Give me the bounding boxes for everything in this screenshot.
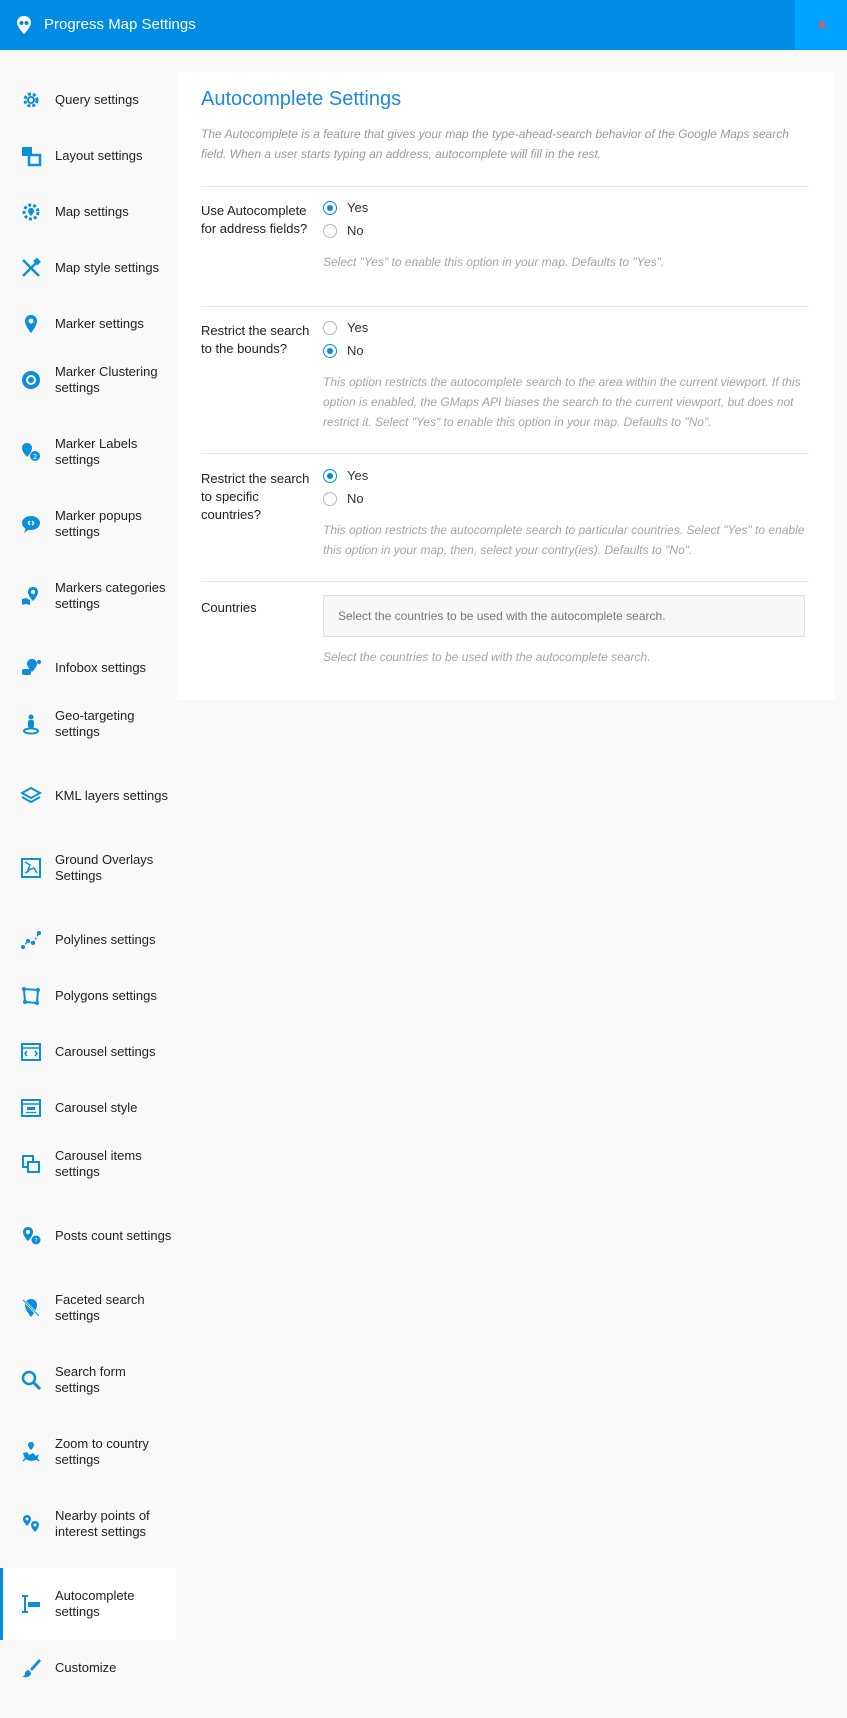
sidebar-item-marker-settings[interactable]: Marker settings	[0, 296, 176, 352]
help-use-autocomplete: Select "Yes" to enable this option in yo…	[323, 255, 665, 269]
sidebar-item-markers-categories-settings[interactable]: Markers categories settings	[0, 568, 176, 624]
sidebar: Query settings Layout settings Map setti…	[0, 50, 176, 1718]
help-countries: Select the countries to be used with the…	[323, 650, 651, 664]
layers-icon	[20, 786, 42, 804]
sidebar-item-polygons-settings[interactable]: Polygons settings	[0, 968, 176, 1024]
divider	[201, 581, 809, 582]
sidebar-item-nearby-points-of-interest-settings[interactable]: Nearby points of interest settings	[0, 1496, 176, 1552]
style-tools-icon	[22, 257, 41, 277]
field-label-use-autocomplete: Use Autocomplete for address fields?	[201, 203, 308, 236]
zoom-country-icon	[22, 1442, 40, 1462]
brush-icon	[22, 1659, 41, 1678]
close-icon: ▲	[818, 18, 826, 29]
sidebar-item-search-form-settings[interactable]: Search form settings	[0, 1352, 176, 1408]
layout-icon	[22, 147, 42, 167]
map-gear-icon	[22, 203, 40, 221]
field-label-restrict-countries: Restrict the search to specific countrie…	[201, 471, 310, 522]
autocomplete-icon	[22, 1595, 40, 1613]
radio-circle	[323, 224, 337, 238]
countries-select[interactable]: Select the countries to be used with the…	[323, 595, 805, 637]
radio-circle	[323, 469, 337, 483]
radio-circle	[323, 321, 337, 335]
sidebar-item-ground-overlays-settings[interactable]: Ground Overlays Settings	[0, 840, 176, 896]
geo-target-icon	[23, 714, 39, 735]
gear-icon	[23, 92, 39, 108]
divider	[201, 306, 809, 307]
polyline-icon	[21, 931, 41, 949]
infobox-icon	[22, 659, 41, 675]
field-label-restrict-bounds: Restrict the search to the bounds?	[201, 323, 310, 356]
sidebar-item-carousel-settings[interactable]: Carousel settings	[0, 1024, 176, 1080]
sidebar-item-marker-labels-settings[interactable]: 2 Marker Labels settings	[0, 424, 176, 480]
sidebar-item-autocomplete-settings[interactable]: Autocomplete settings	[0, 1568, 176, 1640]
sidebar-item-marker-popups-settings[interactable]: Marker popups settings	[0, 496, 176, 552]
top-bar: Progress Map Settings ▲	[0, 0, 847, 50]
close-button[interactable]: ▲	[795, 0, 847, 50]
overlay-icon	[21, 858, 41, 878]
faceted-search-icon	[22, 1299, 40, 1317]
search-icon	[21, 1370, 42, 1391]
radio-circle	[323, 492, 337, 506]
popup-icon	[22, 516, 40, 533]
sidebar-item-kml-layers-settings[interactable]: KML layers settings	[0, 768, 176, 824]
divider	[201, 186, 809, 187]
sidebar-item-customize[interactable]: Customize	[0, 1640, 176, 1696]
countries-select-placeholder: Select the countries to be used with the…	[338, 609, 666, 623]
divider	[201, 453, 809, 454]
radio-circle	[323, 344, 337, 358]
sidebar-item-map-settings[interactable]: Map settings	[0, 184, 176, 240]
sidebar-item-carousel-style[interactable]: Carousel style	[0, 1080, 176, 1136]
help-restrict-countries: This option restricts the autocomplete s…	[323, 523, 805, 557]
marker-label-icon: 2	[22, 443, 40, 461]
cluster-icon	[22, 371, 40, 389]
svg-text:2: 2	[33, 453, 37, 461]
map-pin-logo-icon	[17, 16, 31, 34]
polygon-icon	[22, 987, 40, 1005]
svg-text:?: ?	[34, 1238, 37, 1245]
categories-icon	[22, 587, 38, 605]
sidebar-item-marker-clustering-settings[interactable]: Marker Clustering settings	[0, 352, 176, 408]
sidebar-item-geo-targeting-settings[interactable]: Geo-targeting settings	[0, 696, 176, 752]
sidebar-item-faceted-search-settings[interactable]: Faceted search settings	[0, 1280, 176, 1336]
app-title: Progress Map Settings	[44, 16, 196, 33]
panel-title: Autocomplete Settings	[201, 88, 402, 110]
sidebar-item-layout-settings[interactable]: Layout settings	[0, 128, 176, 184]
help-restrict-bounds: This option restricts the autocomplete s…	[323, 375, 801, 429]
marker-icon	[25, 315, 37, 333]
sidebar-item-polylines-settings[interactable]: Polylines settings	[0, 912, 176, 968]
settings-panel: Autocomplete Settings The Autocomplete i…	[177, 72, 835, 700]
carousel-style-icon	[21, 1099, 41, 1117]
carousel-icon	[21, 1043, 41, 1061]
sidebar-item-zoom-to-country-settings[interactable]: Zoom to country settings	[0, 1424, 176, 1480]
sidebar-item-carousel-items-settings[interactable]: Carousel items settings	[0, 1136, 176, 1192]
carousel-items-icon	[22, 1155, 40, 1173]
posts-count-icon: ?	[23, 1227, 41, 1245]
radio-circle	[323, 201, 337, 215]
sidebar-item-infobox-settings[interactable]: Infobox settings	[0, 640, 176, 696]
panel-intro: The Autocomplete is a feature that gives…	[201, 127, 789, 161]
field-label-countries: Countries	[201, 600, 257, 615]
sidebar-item-posts-count-settings[interactable]: ? Posts count settings	[0, 1208, 176, 1264]
sidebar-item-map-style-settings[interactable]: Map style settings	[0, 240, 176, 296]
nearby-poi-icon	[23, 1515, 39, 1532]
sidebar-item-query-settings[interactable]: Query settings	[0, 72, 176, 128]
